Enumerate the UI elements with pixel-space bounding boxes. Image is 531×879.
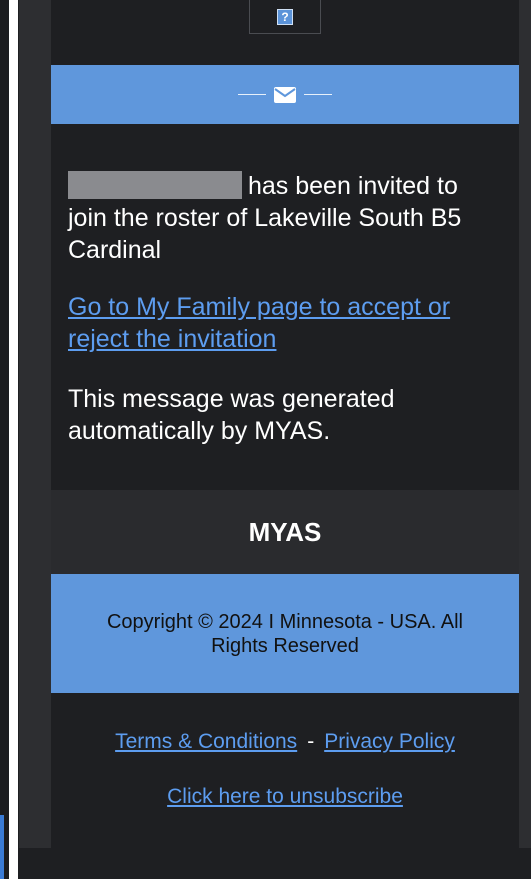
auto-generated-note: This message was generated automatically… [68, 385, 395, 445]
copyright-band: Copyright © 2024 I Minnesota - USA. All … [51, 574, 519, 693]
right-rail [519, 0, 531, 848]
redacted-name [68, 171, 242, 199]
help-icon[interactable]: ? [277, 8, 293, 25]
unsubscribe-row: Click here to unsubscribe [51, 785, 519, 809]
terms-link[interactable]: Terms & Conditions [115, 730, 297, 753]
left-edge-strip [0, 0, 13, 879]
my-family-link[interactable]: Go to My Family page to accept or reject… [68, 291, 508, 355]
copyright-text: Copyright © 2024 I Minnesota - USA. All … [106, 610, 463, 657]
footer-separator: - [307, 730, 315, 753]
help-box[interactable]: ? [249, 0, 321, 34]
brand-name: MYAS [248, 516, 322, 547]
brand-band: MYAS [51, 490, 519, 574]
unsubscribe-link[interactable]: Click here to unsubscribe [167, 785, 403, 808]
left-edge-accent [0, 815, 4, 879]
bottom-band [18, 848, 531, 879]
divider-line-right [304, 94, 332, 95]
divider-line-left [238, 94, 266, 95]
privacy-link[interactable]: Privacy Policy [324, 730, 455, 753]
invite-message: has been invited to join the roster of L… [68, 170, 498, 266]
envelope-header [51, 65, 519, 124]
left-edge-gap [9, 0, 13, 879]
envelope-icon [274, 86, 296, 103]
left-rail [19, 0, 51, 848]
footer-links: Terms & Conditions - Privacy Policy [51, 730, 519, 754]
